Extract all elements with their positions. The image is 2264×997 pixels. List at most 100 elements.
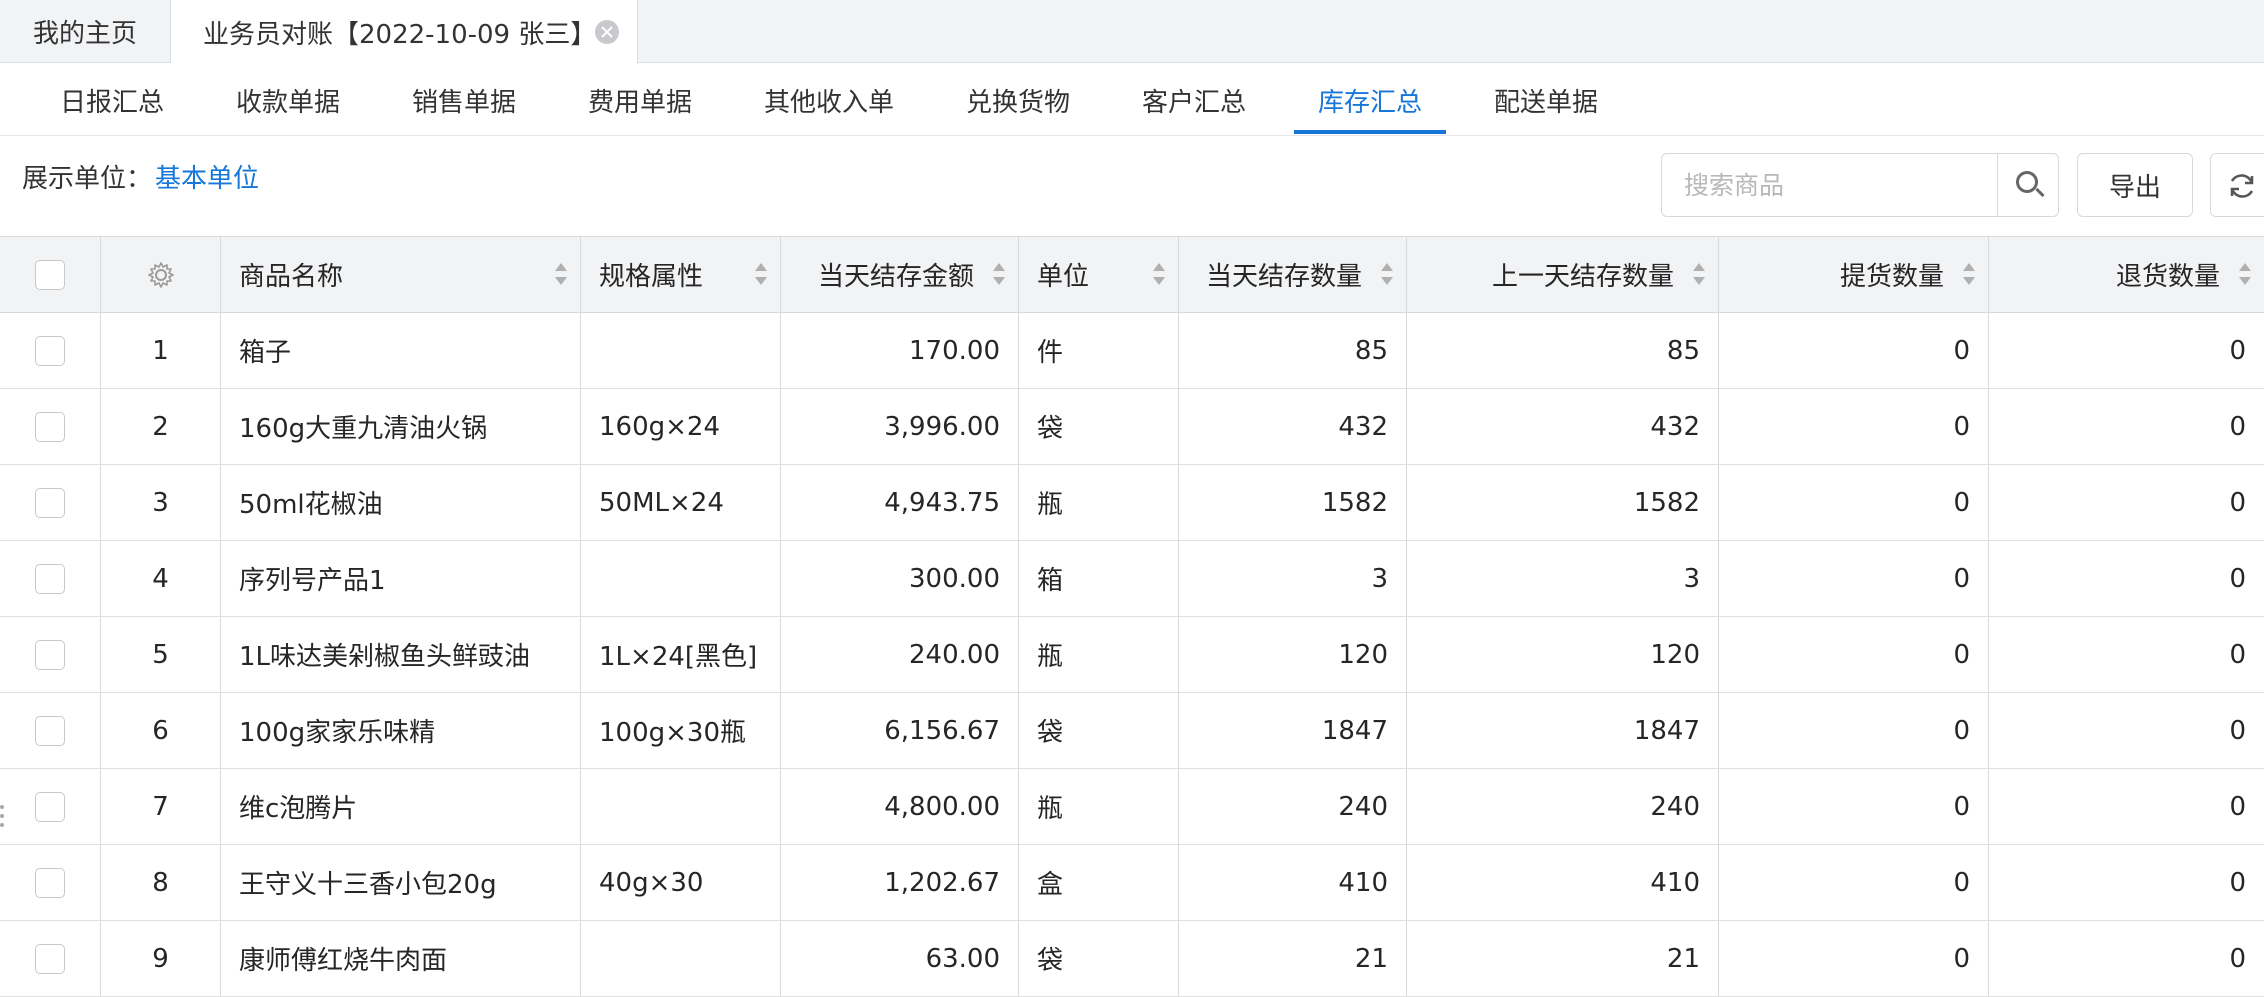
unit-cell: 瓶 <box>1019 617 1179 692</box>
row-checkbox[interactable] <box>35 943 65 974</box>
sort-icon[interactable] <box>992 261 1006 289</box>
select-all-checkbox[interactable] <box>35 259 65 290</box>
qty-today: 85 <box>1354 335 1388 366</box>
gear-icon[interactable] <box>146 260 176 290</box>
pickup-qty: 0 <box>1953 791 1970 822</box>
tab-label: 销售单据 <box>412 87 517 118</box>
unit: 袋 <box>1037 946 1064 976</box>
search-button[interactable] <box>1997 154 2059 216</box>
tab-sales-docs[interactable]: 销售单据 <box>412 64 516 136</box>
row-checkbox[interactable] <box>35 639 65 670</box>
unit: 袋 <box>1037 414 1064 444</box>
tab-label: 配送单据 <box>1494 87 1599 118</box>
export-button[interactable]: 导出 <box>2077 153 2193 217</box>
row-index: 5 <box>152 639 169 670</box>
sort-icon[interactable] <box>754 261 768 289</box>
refresh-button[interactable] <box>2210 153 2264 217</box>
amount-cell: 170.00 <box>781 313 1019 388</box>
row-index-cell: 7 <box>101 769 221 844</box>
tab-salesperson-reconciliation[interactable]: 业务员对账【2022-10-09 张三】 <box>171 0 638 64</box>
refresh-icon <box>2230 174 2254 198</box>
inventory-table: 商品名称 规格属性 当天结存金额 单位 当天结存数量 上一天结存数量 提货数量 … <box>0 236 2264 997</box>
header-pickup-qty[interactable]: 提货数量 <box>1719 237 1989 312</box>
table-row[interactable]: 4 序列号产品1 300.00 箱 3 3 0 0 <box>0 541 2264 617</box>
row-checkbox[interactable] <box>35 411 65 442</box>
qty-today-cell: 120 <box>1179 617 1407 692</box>
sort-icon[interactable] <box>1380 261 1394 289</box>
row-checkbox[interactable] <box>35 487 65 518</box>
tab-label: 其他收入单 <box>764 87 895 118</box>
row-select-cell-cell <box>0 465 101 540</box>
row-index: 2 <box>152 411 169 442</box>
export-button-label: 导出 <box>2108 172 2161 203</box>
qty-today-cell: 21 <box>1179 921 1407 996</box>
tab-expense-docs[interactable]: 费用单据 <box>588 64 692 136</box>
return-qty: 0 <box>2229 563 2246 594</box>
display-unit-link[interactable]: 基本单位 <box>155 158 259 195</box>
table-row[interactable]: 5 1L味达美剁椒鱼头鲜豉油 1L×24[黑色] 240.00 瓶 120 120 0 0 <box>0 617 2264 693</box>
table-header: 商品名称 规格属性 当天结存金额 单位 当天结存数量 上一天结存数量 提货数量 … <box>0 237 2264 313</box>
table-row[interactable]: 9 康师傅红烧牛肉面 63.00 袋 21 21 0 0 <box>0 921 2264 997</box>
table-row[interactable]: 1 箱子 170.00 件 85 85 0 0 <box>0 313 2264 389</box>
header-amount[interactable]: 当天结存金额 <box>781 237 1019 312</box>
sort-icon[interactable] <box>1692 261 1706 289</box>
return-qty: 0 <box>2229 943 2246 974</box>
product-name-cell: 康师傅红烧牛肉面 <box>221 921 581 996</box>
table-row[interactable]: 8 王守义十三香小包20g 40g×30 1,202.67 盒 410 410 0 0 <box>0 845 2264 921</box>
tab-label: 客户汇总 <box>1142 87 1247 118</box>
product-name-cell: 160g大重九清油火锅 <box>221 389 581 464</box>
header-qty-today[interactable]: 当天结存数量 <box>1179 237 1407 312</box>
qty-today-cell: 85 <box>1179 313 1407 388</box>
close-icon[interactable] <box>595 20 619 44</box>
return-qty: 0 <box>2229 335 2246 366</box>
return-qty-cell: 0 <box>1989 617 2264 692</box>
row-checkbox[interactable] <box>35 867 65 898</box>
amount: 4,800.00 <box>884 791 1000 822</box>
row-checkbox[interactable] <box>35 715 65 746</box>
header-qty-prev[interactable]: 上一天结存数量 <box>1407 237 1719 312</box>
sort-icon[interactable] <box>1962 261 1976 289</box>
resize-handle[interactable] <box>0 800 6 840</box>
sort-icon[interactable] <box>554 261 568 289</box>
row-select-cell-cell <box>0 389 101 464</box>
header-label: 规格属性 <box>599 262 704 292</box>
tab-receipts[interactable]: 收款单据 <box>236 64 340 136</box>
qty-prev-cell: 1582 <box>1407 465 1719 540</box>
header-product-name[interactable]: 商品名称 <box>221 237 581 312</box>
qty-today: 21 <box>1354 943 1388 974</box>
tab-daily-summary[interactable]: 日报汇总 <box>60 64 164 136</box>
qty-today: 410 <box>1338 867 1388 898</box>
qty-prev: 85 <box>1666 335 1700 366</box>
unit-cell: 箱 <box>1019 541 1179 616</box>
header-return-qty[interactable]: 退货数量 <box>1989 237 2264 312</box>
row-checkbox[interactable] <box>35 335 65 366</box>
amount-cell: 6,156.67 <box>781 693 1019 768</box>
search-input[interactable] <box>1662 154 1997 216</box>
tab-exchange-goods[interactable]: 兑换货物 <box>966 64 1070 136</box>
return-qty: 0 <box>2229 411 2246 442</box>
header-unit[interactable]: 单位 <box>1019 237 1179 312</box>
tab-inventory-summary[interactable]: 库存汇总 <box>1318 64 1422 136</box>
row-checkbox[interactable] <box>35 791 65 822</box>
tab-customer-summary[interactable]: 客户汇总 <box>1142 64 1246 136</box>
qty-today-cell: 1582 <box>1179 465 1407 540</box>
tab-label: 收款单据 <box>236 87 341 118</box>
tab-home[interactable]: 我的主页 <box>0 0 171 63</box>
table-row[interactable]: 2 160g大重九清油火锅 160g×24 3,996.00 袋 432 432 0 0 <box>0 389 2264 465</box>
sort-icon[interactable] <box>2238 261 2252 289</box>
qty-today: 1582 <box>1321 487 1388 518</box>
product-name-cell: 序列号产品1 <box>221 541 581 616</box>
row-checkbox[interactable] <box>35 563 65 594</box>
row-select-cell-cell <box>0 541 101 616</box>
tab-delivery-docs[interactable]: 配送单据 <box>1494 64 1598 136</box>
tab-salesperson-reconciliation-label: 业务员对账【2022-10-09 张三】 <box>203 19 597 50</box>
row-index: 1 <box>152 335 169 366</box>
sort-icon[interactable] <box>1152 261 1166 289</box>
table-row[interactable]: 7 维c泡腾片 4,800.00 瓶 240 240 0 0 <box>0 769 2264 845</box>
table-row[interactable]: 6 100g家家乐味精 100g×30瓶 6,156.67 袋 1847 1847 0 0 <box>0 693 2264 769</box>
amount: 4,943.75 <box>884 487 1000 518</box>
table-row[interactable]: 3 50ml花椒油 50ML×24 4,943.75 瓶 1582 1582 0 0 <box>0 465 2264 541</box>
product-name: 序列号产品1 <box>239 566 386 596</box>
header-spec[interactable]: 规格属性 <box>581 237 781 312</box>
tab-other-income[interactable]: 其他收入单 <box>764 64 894 136</box>
